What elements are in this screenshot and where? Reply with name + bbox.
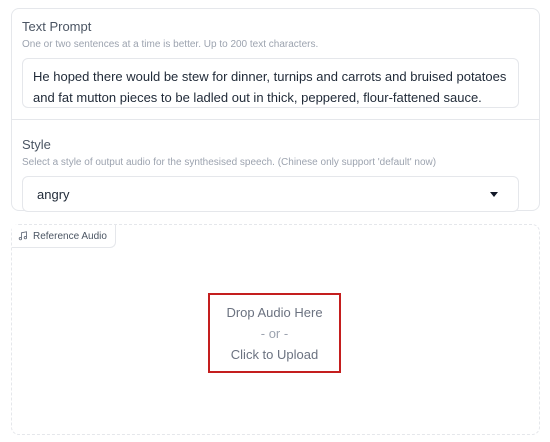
style-block: Style Select a style of output audio for… — [12, 119, 539, 212]
reference-audio-tag: Reference Audio — [12, 225, 116, 248]
reference-audio-upload: Reference Audio Drop Audio Here - or - C… — [11, 224, 540, 435]
audio-drop-zone[interactable]: Drop Audio Here - or - Click to Upload — [208, 293, 341, 373]
text-prompt-label: Text Prompt — [22, 19, 92, 34]
drop-audio-text: Drop Audio Here — [226, 304, 323, 320]
click-to-upload-text[interactable]: Click to Upload — [231, 344, 318, 365]
text-prompt-info: One or two sentences at a time is better… — [22, 39, 319, 50]
music-note-icon — [18, 231, 28, 241]
input-panel: Text Prompt One or two sentences at a ti… — [11, 8, 540, 212]
text-prompt-block: Text Prompt One or two sentences at a ti… — [12, 9, 539, 118]
or-separator: - or - — [260, 325, 289, 341]
style-info: Select a style of output audio for the s… — [22, 157, 437, 168]
chevron-down-icon[interactable] — [490, 192, 498, 197]
reference-audio-label: Reference Audio — [33, 230, 107, 242]
text-prompt-input[interactable]: He hoped there would be stew for dinner,… — [22, 58, 519, 108]
style-label: Style — [22, 137, 51, 152]
style-selected-value: angry — [37, 187, 70, 202]
style-dropdown[interactable]: angry — [22, 176, 519, 212]
